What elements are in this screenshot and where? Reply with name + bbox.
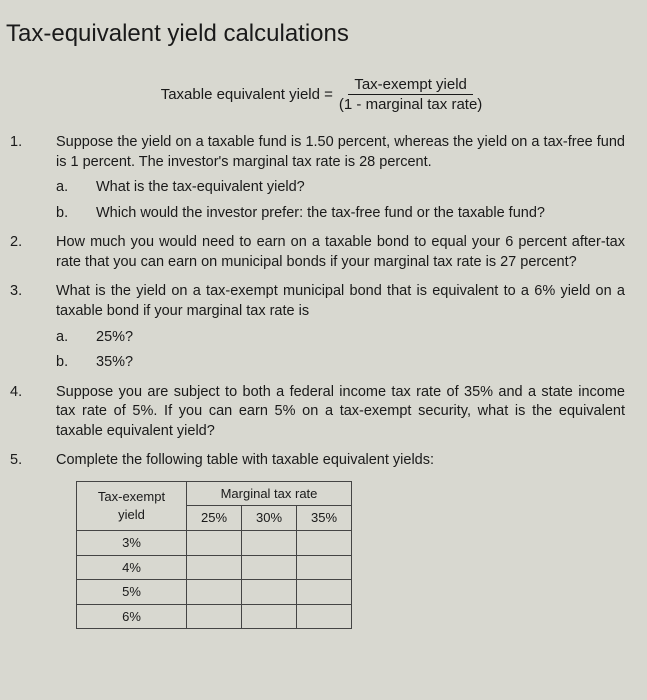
yield-row: 6% (77, 604, 187, 629)
sub-item: b. Which would the investor prefer: the … (56, 204, 625, 224)
table-cell (187, 530, 242, 555)
question-text: Suppose the yield on a taxable fund is 1… (56, 134, 625, 170)
sub-item: b. 35%? (56, 353, 625, 373)
question-list: 1. Suppose the yield on a taxable fund i… (6, 133, 637, 629)
yield-row: 4% (77, 555, 187, 580)
table-cell (187, 555, 242, 580)
sub-text: Which would the investor prefer: the tax… (96, 204, 625, 224)
sub-letter: a. (56, 178, 96, 198)
table-cell (297, 530, 352, 555)
table-cell (297, 555, 352, 580)
yield-table: Tax-exempt yield Marginal tax rate 25% 3… (76, 481, 352, 629)
rate-col: 35% (297, 506, 352, 531)
question-4: 4. Suppose you are subject to both a fed… (6, 383, 637, 442)
question-5: 5. Complete the following table with tax… (6, 451, 637, 471)
formula-fraction: Tax-exempt yield (1 - marginal tax rate) (339, 76, 482, 113)
table-cell (297, 604, 352, 629)
table-cell (297, 580, 352, 605)
table-header-left: Tax-exempt yield (77, 481, 187, 530)
table-cell (187, 604, 242, 629)
question-3: 3. What is the yield on a tax-exempt mun… (6, 282, 637, 372)
yield-table-wrap: Tax-exempt yield Marginal tax rate 25% 3… (76, 481, 637, 629)
question-text: Suppose you are subject to both a federa… (56, 383, 637, 442)
question-text: Complete the following table with taxabl… (56, 451, 637, 471)
formula-denominator: (1 - marginal tax rate) (339, 95, 482, 113)
sub-item: a. 25%? (56, 328, 625, 348)
question-number: 4. (6, 383, 56, 403)
rate-col: 30% (242, 506, 297, 531)
yield-row: 5% (77, 580, 187, 605)
table-cell (242, 555, 297, 580)
table-cell (242, 604, 297, 629)
page-title: Tax-equivalent yield calculations (6, 20, 637, 48)
table-cell (187, 580, 242, 605)
sub-text: What is the tax-equivalent yield? (96, 178, 625, 198)
question-2: 2. How much you would need to earn on a … (6, 233, 637, 272)
rate-col: 25% (187, 506, 242, 531)
sub-text: 35%? (96, 353, 625, 373)
question-number: 5. (6, 451, 56, 471)
question-text: What is the yield on a tax-exempt munici… (56, 283, 625, 319)
table-cell (242, 530, 297, 555)
formula-lhs: Taxable equivalent yield = (161, 86, 333, 103)
question-number: 3. (6, 282, 56, 302)
sub-item: a. What is the tax-equivalent yield? (56, 178, 625, 198)
yield-row: 3% (77, 530, 187, 555)
question-text: How much you would need to earn on a tax… (56, 233, 637, 272)
table-header-right: Marginal tax rate (187, 481, 352, 506)
question-number: 2. (6, 233, 56, 253)
question-number: 1. (6, 133, 56, 153)
sub-letter: a. (56, 328, 96, 348)
sub-letter: b. (56, 353, 96, 373)
sub-letter: b. (56, 204, 96, 224)
formula: Taxable equivalent yield = Tax-exempt yi… (6, 76, 637, 113)
question-1: 1. Suppose the yield on a taxable fund i… (6, 133, 637, 223)
table-cell (242, 580, 297, 605)
sub-text: 25%? (96, 328, 625, 348)
formula-numerator: Tax-exempt yield (348, 76, 473, 95)
